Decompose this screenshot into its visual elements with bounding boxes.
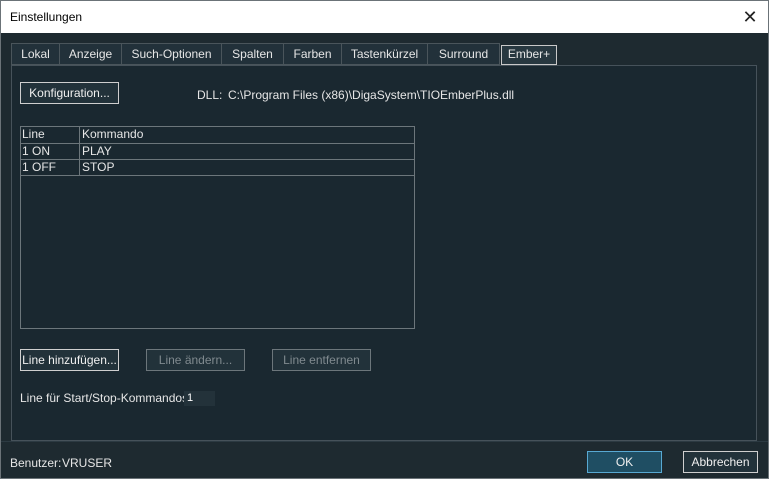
dll-path: C:\Program Files (x86)\DigaSystem\TIOEmb…: [228, 88, 515, 102]
line-command-list[interactable]: Line Kommando 1 ON PLAY 1 OFF STOP: [20, 126, 415, 329]
ok-button[interactable]: OK: [587, 451, 662, 473]
row-command: PLAY: [82, 144, 112, 158]
row-line: 1 ON: [21, 144, 80, 159]
tab-ember-plus[interactable]: Ember+: [501, 45, 557, 65]
list-item[interactable]: 1 ON PLAY: [21, 144, 414, 160]
footer-separator: [1, 441, 768, 442]
cancel-button[interactable]: Abbrechen: [683, 451, 758, 473]
tab-surround[interactable]: Surround: [427, 43, 500, 65]
row-line: 1 OFF: [21, 160, 80, 175]
tab-tastenkuerzel[interactable]: Tastenkürzel: [341, 43, 428, 65]
row-command: STOP: [82, 160, 115, 174]
start-stop-label: Line für Start/Stop-Kommandos: [20, 391, 189, 405]
tab-such-optionen[interactable]: Such-Optionen: [121, 43, 222, 65]
user-value: VRUSER: [62, 456, 113, 470]
add-line-button[interactable]: Line hinzufügen...: [20, 349, 119, 371]
remove-line-button[interactable]: Line entfernen: [272, 349, 371, 371]
tab-lokal[interactable]: Lokal: [11, 43, 60, 65]
list-item[interactable]: 1 OFF STOP: [21, 160, 414, 176]
tab-farben[interactable]: Farben: [283, 43, 342, 65]
close-icon[interactable]: ✕: [738, 5, 762, 29]
window-title: Einstellungen: [10, 10, 83, 24]
list-header: Line Kommando: [21, 127, 414, 144]
dll-label: DLL:: [197, 88, 223, 102]
user-label: Benutzer:: [10, 456, 62, 470]
tab-spalten[interactable]: Spalten: [221, 43, 284, 65]
tab-anzeige[interactable]: Anzeige: [59, 43, 122, 65]
edit-line-button[interactable]: Line ändern...: [146, 349, 245, 371]
header-command[interactable]: Kommando: [81, 127, 143, 143]
start-stop-line-input[interactable]: 1: [184, 391, 215, 406]
configuration-button[interactable]: Konfiguration...: [20, 82, 119, 104]
title-bar: Einstellungen ✕: [1, 1, 768, 33]
settings-dialog: Einstellungen ✕ Lokal Anzeige Such-Optio…: [0, 0, 769, 479]
header-line[interactable]: Line: [21, 127, 80, 143]
